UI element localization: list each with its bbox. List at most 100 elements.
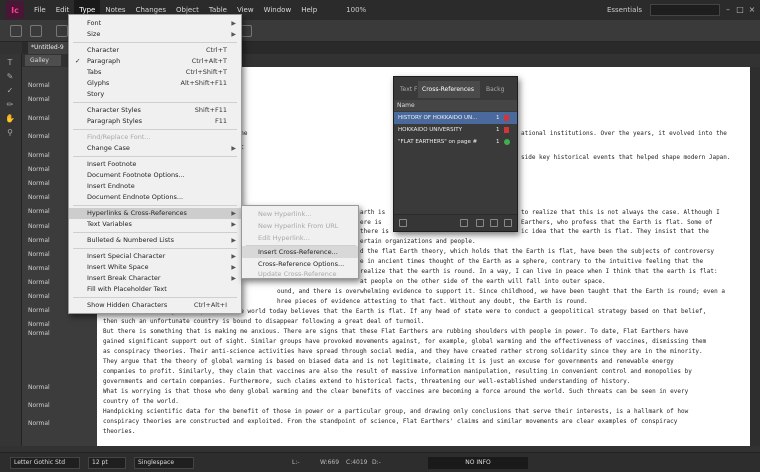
text-line[interactable]: But there is something that is making me… [103, 327, 746, 336]
text-line[interactable]: country of the world. [103, 397, 746, 406]
menu-file[interactable]: File [29, 0, 51, 20]
hand-tool-icon[interactable]: ✋ [4, 114, 16, 124]
xref-row[interactable]: HOKKAIDO UNIVERSITY 1 [394, 124, 517, 136]
text-line[interactable]: d the flat Earth theory, which holds tha… [360, 247, 746, 256]
menu-help[interactable]: Help [296, 0, 322, 20]
menu-item-document-endnote-options[interactable]: Document Endnote Options... [69, 192, 241, 203]
menu-item-character-styles[interactable]: Character Styles Shift+F11 [69, 105, 241, 116]
text-line[interactable]: They argue that the theory of global war… [103, 357, 746, 366]
menu-item-insert-white-space[interactable]: Insert White Space ▶ [69, 262, 241, 273]
maximize-button[interactable]: □ [734, 0, 746, 20]
menu-item-paragraph[interactable]: ✓ Paragraph Ctrl+Alt+T [69, 56, 241, 67]
menu-item-change-case[interactable]: Change Case ▶ [69, 143, 241, 154]
menu-window[interactable]: Window [259, 0, 297, 20]
minimize-button[interactable]: – [722, 0, 734, 20]
text-line[interactable]: ound, and there is overwhelming evidence… [277, 287, 746, 296]
vertical-scrollbar[interactable] [750, 67, 760, 446]
menu-item-tabs[interactable]: Tabs Ctrl+Shift+T [69, 67, 241, 78]
text-line[interactable]: to realize that this is not always the c… [521, 208, 746, 217]
text-line[interactable]: theories. [103, 427, 746, 436]
text-line[interactable]: gained significant support out of sight.… [103, 337, 746, 346]
style-label: Normal [28, 402, 50, 409]
menu-separator [73, 248, 237, 249]
menu-item-update-cross-reference[interactable]: Update Cross-Reference [242, 268, 358, 280]
xref-name: HOKKAIDO UNIVERSITY [398, 127, 462, 133]
text-line[interactable]: Earthers, who profess that the Earth is … [521, 218, 746, 227]
xref-row[interactable]: HISTORY OF HOKKAIDO UN... 1 [394, 112, 517, 124]
eyedropper-tool-icon[interactable]: ✓ [4, 86, 16, 96]
workspace-select[interactable]: Essentials [607, 0, 642, 20]
relink-icon[interactable] [476, 219, 484, 227]
menu-item-character[interactable]: Character Ctrl+T [69, 45, 241, 56]
menu-item-size[interactable]: Size ▶ [69, 29, 241, 40]
close-button[interactable]: × [746, 0, 758, 20]
menu-item-insert-special-character[interactable]: Insert Special Character ▶ [69, 251, 241, 262]
text-line[interactable]: side key historical events that helped s… [521, 153, 746, 162]
update-icon[interactable] [460, 219, 468, 227]
tab-background[interactable]: Backg [482, 81, 512, 98]
menu-item-label: Hyperlinks & Cross-References [87, 209, 187, 217]
menu-item-glyphs[interactable]: Glyphs Alt+Shift+F11 [69, 78, 241, 89]
text-line[interactable]: ertain organizations and people. [360, 237, 746, 246]
menu-item-shortcut: Ctrl+Alt+T [191, 57, 227, 65]
text-line[interactable]: ational institutions. Over the years, it… [521, 129, 746, 138]
save-icon[interactable] [10, 25, 22, 37]
text-line[interactable]: companies to profit. Similarly, they cla… [103, 367, 746, 376]
menu-item-new-hyperlink-from-url[interactable]: New Hyperlink From URL [242, 220, 358, 232]
text-line[interactable]: realize that the earth is round. In a wa… [360, 267, 746, 276]
text-line[interactable]: as conspiracy theories. Their anti-scien… [103, 347, 746, 356]
text-line[interactable]: governments and certain companies. Furth… [103, 377, 746, 386]
menu-item-document-footnote-options[interactable]: Document Footnote Options... [69, 170, 241, 181]
galley-view-tab[interactable]: Galley [25, 55, 61, 66]
text-line[interactable]: at people on the other side of the earth… [360, 277, 746, 286]
menu-item-paragraph-styles[interactable]: Paragraph Styles F11 [69, 116, 241, 127]
delete-icon[interactable] [504, 219, 512, 227]
menu-item-story[interactable]: Story [69, 89, 241, 100]
export-icon[interactable] [30, 25, 42, 37]
menu-item-bulleted-numbered-lists[interactable]: Bulleted & Numbered Lists ▶ [69, 235, 241, 246]
text-line[interactable]: then such an unfortunate country is boun… [103, 317, 746, 326]
panel-footer [394, 214, 517, 231]
menu-item-find-replace-font[interactable]: Find/Replace Font... [69, 132, 241, 143]
status-info: NO INFO [428, 457, 528, 469]
text-line[interactable]: Handpicking scientific data for the bene… [103, 407, 746, 416]
chevron-right-icon: ▶ [231, 264, 236, 271]
text-line[interactable]: conspiracy theories are constructed and … [103, 417, 746, 426]
document-tab[interactable]: *Untitled-9 [28, 42, 70, 54]
menu-item-show-hidden-characters[interactable]: Show Hidden Characters Ctrl+Alt+I [69, 300, 241, 311]
menu-item-insert-cross-reference[interactable]: Insert Cross-Reference... [242, 246, 358, 258]
toolbox: T ✎ ✓ ✏ ✋ ⚲ [0, 54, 22, 446]
menu-item-font[interactable]: Font ▶ [69, 18, 241, 29]
menu-item-hyperlinks-cross-references[interactable]: Hyperlinks & Cross-References ▶ [69, 208, 241, 219]
text-line[interactable]: ic idea that the earth is flat. They ins… [521, 227, 746, 236]
zoom-select[interactable]: 100% [346, 6, 366, 14]
menu-item-label: Paragraph [87, 57, 121, 65]
search-input[interactable] [650, 4, 720, 16]
menu-item-label: Glyphs [87, 79, 110, 87]
menu-item-new-hyperlink[interactable]: New Hyperlink... [242, 208, 358, 220]
text-line[interactable]: e in ancient times thought of the Earth … [360, 257, 746, 266]
font-size-select[interactable]: 12 pt [88, 457, 126, 469]
menu-item-insert-break-character[interactable]: Insert Break Character ▶ [69, 273, 241, 284]
menu-item-fill-with-placeholder-text[interactable]: Fill with Placeholder Text [69, 284, 241, 295]
zoom-tool-icon[interactable]: ⚲ [4, 128, 16, 138]
note-tool-icon[interactable]: ✎ [4, 72, 16, 82]
depth-readout: D:- [372, 459, 381, 466]
tab-cross-references[interactable]: Cross-References [418, 81, 480, 98]
font-select[interactable]: Letter Gothic Std [10, 457, 80, 469]
hyperlinks-submenu: New Hyperlink... New Hyperlink From URL … [241, 205, 359, 279]
xref-row[interactable]: "FLAT EARTHERS" on page # 1 [394, 136, 517, 148]
menu-item-insert-endnote[interactable]: Insert Endnote [69, 181, 241, 192]
new-cross-reference-icon[interactable] [490, 219, 498, 227]
menu-item-text-variables[interactable]: Text Variables ▶ [69, 219, 241, 230]
text-frame-icon[interactable] [56, 25, 68, 37]
menu-item-insert-footnote[interactable]: Insert Footnote [69, 159, 241, 170]
line-spacing-select[interactable]: Singlespace [134, 457, 194, 469]
menu-item-edit-hyperlink[interactable]: Edit Hyperlink... [242, 232, 358, 244]
go-to-source-icon[interactable] [399, 219, 407, 227]
type-tool-icon[interactable]: T [4, 58, 16, 68]
pencil-tool-icon[interactable]: ✏ [4, 100, 16, 110]
text-line[interactable]: What is worrying is that those who deny … [103, 387, 746, 396]
tab-text-frame[interactable]: Text F [396, 81, 418, 98]
text-line[interactable]: hree pieces of evidence attesting to tha… [277, 297, 746, 306]
